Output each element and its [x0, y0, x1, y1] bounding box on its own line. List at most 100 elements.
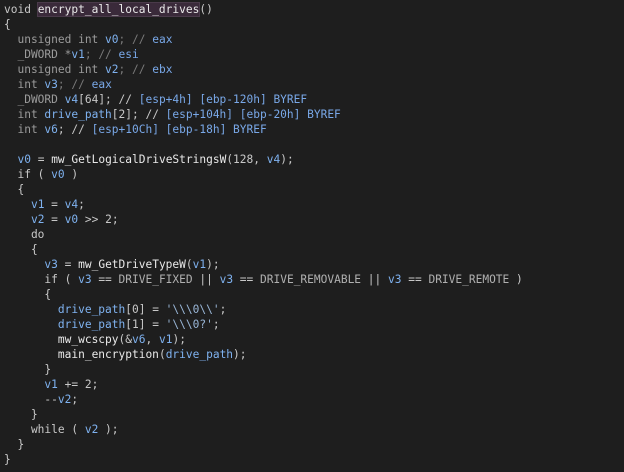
code-line[interactable]: }: [4, 452, 624, 467]
code-token[interactable]: (&: [119, 333, 132, 346]
code-line[interactable]: [4, 137, 624, 152]
type-declaration[interactable]: unsigned int: [4, 63, 105, 76]
code-token[interactable]: );: [233, 348, 246, 361]
code-token[interactable]: ==: [92, 273, 119, 286]
pseudocode-view[interactable]: void encrypt_all_local_drives() { unsigne…: [0, 0, 624, 472]
variable-name[interactable]: v4: [267, 153, 280, 166]
comment[interactable]: ; //: [119, 33, 153, 46]
variable-name[interactable]: v6: [44, 123, 57, 136]
code-token[interactable]: ): [65, 168, 78, 181]
constant-name[interactable]: DRIVE_REMOVABLE: [260, 273, 361, 286]
code-token[interactable]: }: [4, 363, 51, 376]
variable-name[interactable]: v0: [51, 168, 64, 181]
code-token[interactable]: );: [98, 423, 118, 436]
variable-name[interactable]: v0: [17, 153, 30, 166]
code-token[interactable]: [64]; //: [78, 93, 139, 106]
code-token[interactable]: [4, 213, 31, 226]
variable-name[interactable]: v1: [44, 378, 57, 391]
variable-name[interactable]: v4: [65, 93, 78, 106]
code-line[interactable]: v3 = mw_GetDriveTypeW(v1);: [4, 257, 624, 272]
code-token[interactable]: [4, 333, 58, 346]
code-line[interactable]: --v2;: [4, 392, 624, 407]
variable-name[interactable]: v2: [58, 393, 71, 406]
code-token[interactable]: {: [4, 243, 38, 256]
code-line[interactable]: }: [4, 437, 624, 452]
code-token[interactable]: ; //: [58, 123, 92, 136]
type-declaration[interactable]: int: [4, 123, 44, 136]
code-line[interactable]: {: [4, 242, 624, 257]
code-token[interactable]: [4, 198, 31, 211]
code-token[interactable]: ||: [193, 273, 220, 286]
code-token[interactable]: ;: [78, 198, 85, 211]
keyword[interactable]: while (: [4, 423, 85, 436]
string-literal[interactable]: '\\\0?': [166, 318, 213, 331]
code-line[interactable]: drive_path[0] = '\\\0\\';: [4, 302, 624, 317]
code-line[interactable]: {: [4, 182, 624, 197]
constant-name[interactable]: DRIVE_REMOTE: [428, 273, 509, 286]
code-line[interactable]: v1 += 2;: [4, 377, 624, 392]
type-declaration[interactable]: _DWORD *: [4, 48, 71, 61]
variable-name[interactable]: v1: [71, 48, 84, 61]
code-line[interactable]: int v3; // eax: [4, 77, 624, 92]
code-token[interactable]: {: [4, 288, 51, 301]
code-line[interactable]: unsigned int v2; // ebx: [4, 62, 624, 77]
variable-name[interactable]: v6: [132, 333, 145, 346]
comment[interactable]: ; //: [58, 78, 92, 91]
code-token[interactable]: );: [172, 333, 185, 346]
code-line[interactable]: void encrypt_all_local_drives(): [4, 2, 624, 17]
code-token[interactable]: [4, 258, 44, 271]
string-literal[interactable]: '\\\0\\': [166, 303, 220, 316]
code-token[interactable]: ;: [213, 318, 220, 331]
code-token[interactable]: ==: [402, 273, 429, 286]
code-token[interactable]: [4, 303, 58, 316]
code-line[interactable]: if ( v0 ): [4, 167, 624, 182]
code-token[interactable]: =: [44, 198, 64, 211]
code-token[interactable]: );: [206, 258, 219, 271]
code-token[interactable]: [0] =: [125, 303, 165, 316]
comment-annotation[interactable]: esi: [119, 48, 139, 61]
code-token[interactable]: += 2;: [58, 378, 99, 391]
variable-name[interactable]: v3: [220, 273, 233, 286]
variable-name[interactable]: v2: [105, 63, 118, 76]
code-token[interactable]: (: [186, 258, 193, 271]
code-line[interactable]: }: [4, 362, 624, 377]
code-token[interactable]: {: [4, 183, 24, 196]
function-name[interactable]: mw_GetLogicalDriveStringsW: [51, 153, 226, 166]
function-name[interactable]: main_encryption: [58, 348, 159, 361]
variable-name[interactable]: v4: [65, 198, 78, 211]
variable-name[interactable]: v1: [31, 198, 44, 211]
code-token[interactable]: (): [199, 3, 212, 16]
code-line[interactable]: drive_path[1] = '\\\0?';: [4, 317, 624, 332]
comment-annotation[interactable]: ebx: [152, 63, 172, 76]
constant-name[interactable]: DRIVE_FIXED: [119, 273, 193, 286]
code-token[interactable]: =: [31, 153, 51, 166]
code-token[interactable]: ,: [145, 333, 158, 346]
type-declaration[interactable]: int: [4, 108, 44, 121]
variable-name[interactable]: v1: [159, 333, 172, 346]
type-declaration[interactable]: int: [4, 78, 44, 91]
variable-name[interactable]: drive_path: [58, 318, 125, 331]
code-token[interactable]: }: [4, 438, 24, 451]
keyword[interactable]: if (: [4, 273, 78, 286]
code-token[interactable]: >> 2;: [78, 213, 119, 226]
code-line[interactable]: int v6; // [esp+10Ch] [ebp-18h] BYREF: [4, 122, 624, 137]
keyword[interactable]: if (: [4, 168, 51, 181]
code-token[interactable]: (128,: [226, 153, 266, 166]
type-declaration[interactable]: unsigned int: [4, 33, 105, 46]
code-token[interactable]: [1] =: [125, 318, 165, 331]
code-line[interactable]: }: [4, 407, 624, 422]
comment-annotation[interactable]: eax: [152, 33, 172, 46]
code-token[interactable]: --: [4, 393, 57, 406]
code-line[interactable]: _DWORD v4[64]; // [esp+4h] [ebp-120h] BY…: [4, 92, 624, 107]
type-declaration[interactable]: _DWORD: [4, 93, 65, 106]
variable-name[interactable]: v3: [44, 78, 57, 91]
variable-name[interactable]: v3: [44, 258, 57, 271]
code-token[interactable]: ||: [361, 273, 388, 286]
code-token[interactable]: [4, 318, 58, 331]
code-line[interactable]: v0 = mw_GetLogicalDriveStringsW(128, v4)…: [4, 152, 624, 167]
keyword[interactable]: do: [4, 228, 44, 241]
function-name[interactable]: encrypt_all_local_drives: [36, 2, 201, 17]
comment-annotation[interactable]: [esp+104h] [ebp-20h] BYREF: [166, 108, 341, 121]
code-line[interactable]: while ( v2 );: [4, 422, 624, 437]
code-token[interactable]: [4, 378, 44, 391]
